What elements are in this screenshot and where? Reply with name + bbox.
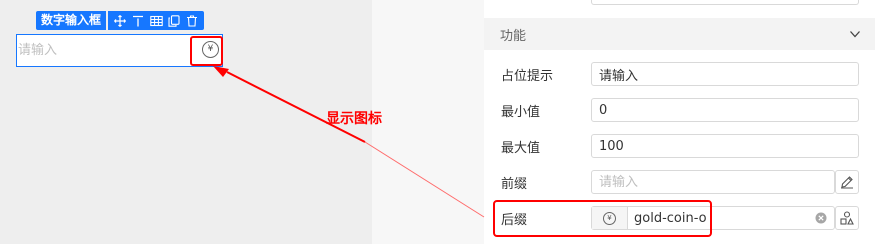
placeholder-input[interactable] bbox=[592, 63, 858, 85]
placeholder-label: 占位提示 bbox=[501, 69, 554, 84]
prefix-input[interactable] bbox=[592, 171, 834, 193]
component-name-tag[interactable]: 数字输入框 bbox=[36, 11, 107, 30]
min-value-input[interactable] bbox=[592, 99, 858, 121]
max-value-input[interactable] bbox=[592, 135, 858, 157]
icon-picker-button[interactable] bbox=[835, 206, 859, 230]
max-value-label: 最大值 bbox=[501, 141, 541, 156]
highlight-box-suffix bbox=[493, 200, 712, 237]
min-value-label: 最小值 bbox=[501, 105, 541, 120]
edit-icon bbox=[841, 176, 853, 189]
max-value-field[interactable] bbox=[591, 134, 859, 158]
prefix-edit-button[interactable] bbox=[835, 170, 859, 194]
copy-icon[interactable] bbox=[166, 11, 182, 30]
min-value-field[interactable] bbox=[591, 98, 859, 122]
component-toolbar: 数字输入框 bbox=[36, 11, 205, 30]
section-header-function[interactable]: 功能 bbox=[484, 18, 875, 50]
component-tools bbox=[108, 11, 205, 30]
move-icon[interactable] bbox=[112, 11, 128, 30]
canvas-gutter bbox=[372, 0, 484, 244]
prefix-field[interactable] bbox=[591, 170, 835, 194]
shapes-icon bbox=[840, 211, 854, 225]
clear-icon[interactable] bbox=[814, 207, 828, 229]
previous-field-edge bbox=[591, 0, 859, 5]
table-icon[interactable] bbox=[148, 11, 164, 30]
annotation-label: 显示图标 bbox=[326, 111, 382, 127]
align-top-icon[interactable] bbox=[130, 11, 146, 30]
placeholder-field[interactable] bbox=[591, 62, 859, 86]
chevron-down-icon[interactable] bbox=[849, 28, 861, 40]
delete-icon[interactable] bbox=[184, 11, 200, 30]
section-title: 功能 bbox=[500, 28, 527, 44]
highlight-box-icon bbox=[190, 36, 223, 66]
prefix-label: 前缀 bbox=[501, 177, 528, 192]
